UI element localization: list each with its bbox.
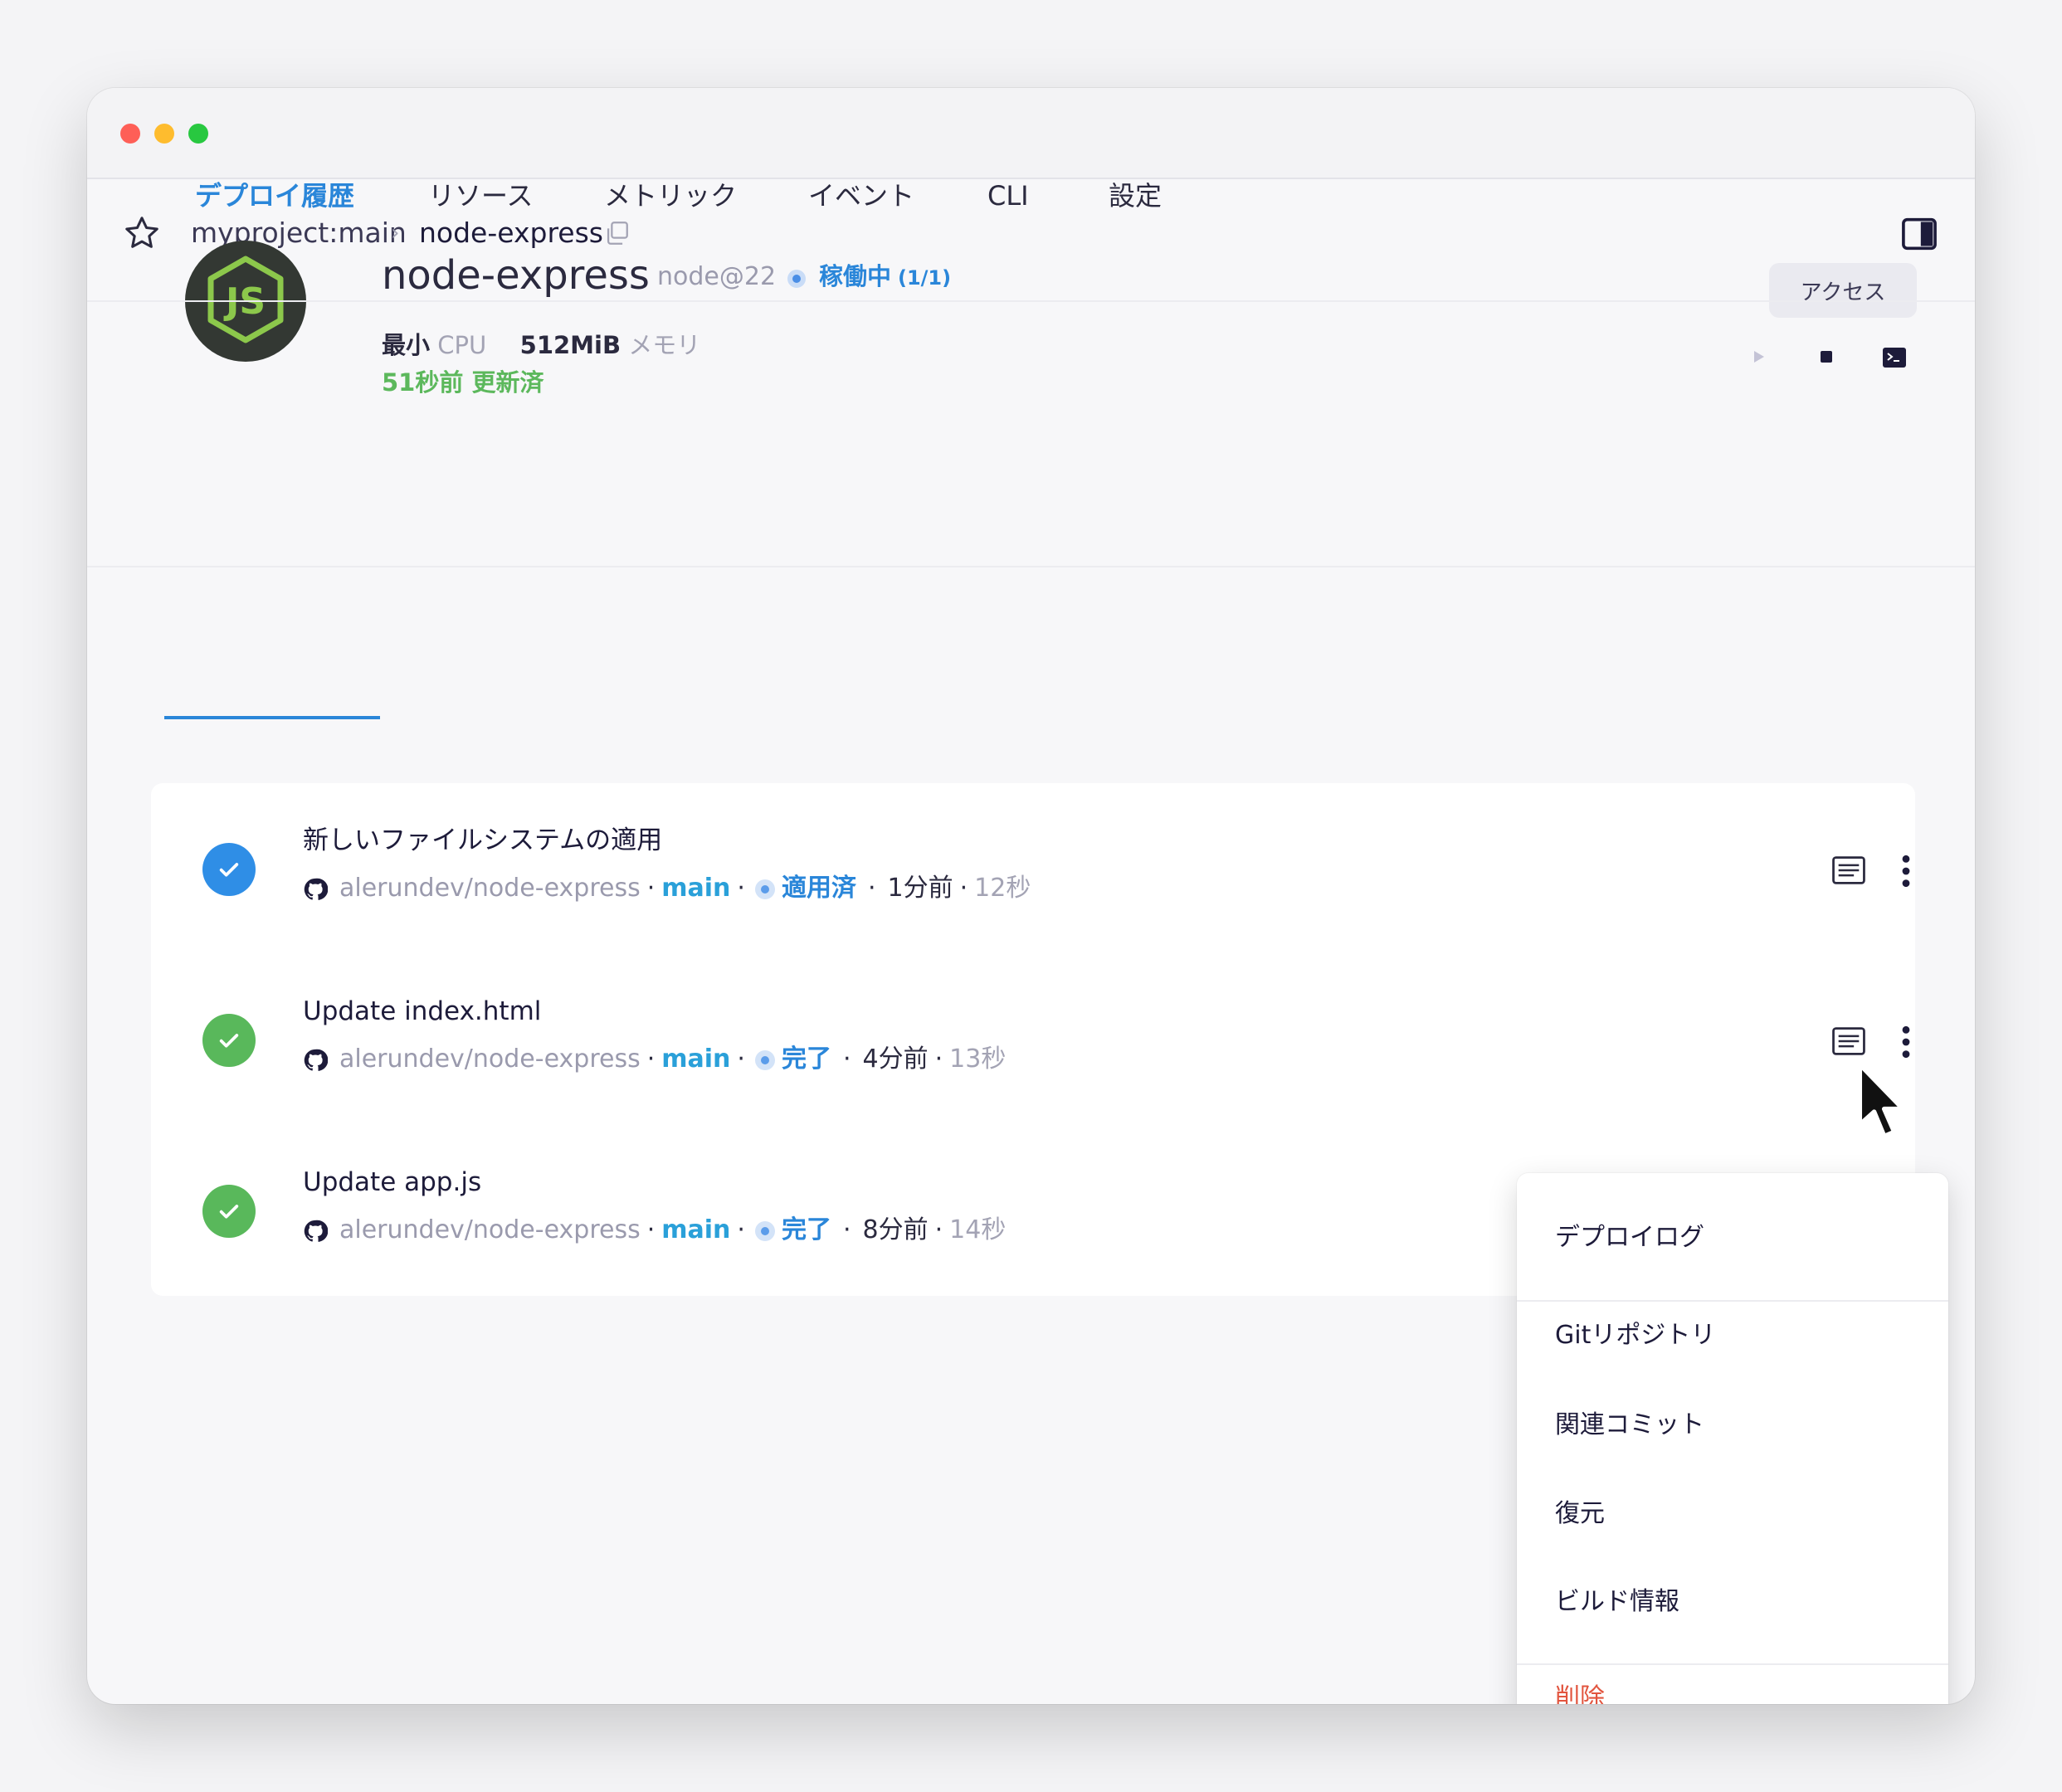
deployment-title: 新しいファイルシステムの適用	[303, 825, 663, 855]
deploy-duration: 12秒	[974, 874, 1031, 903]
stop-icon[interactable]	[1816, 347, 1836, 367]
deploy-time: 4分前	[862, 1045, 929, 1074]
meta-separator: ·	[737, 874, 745, 903]
cpu-value: 最小	[382, 331, 431, 359]
menu-item-deploy-log[interactable]: デプロイログ	[1555, 1220, 1704, 1256]
breadcrumb-service[interactable]: node-express	[419, 215, 603, 251]
check-icon	[219, 1205, 239, 1219]
minimize-window-button[interactable]	[154, 124, 174, 144]
tab-deploy-history[interactable]: デプロイ履歴	[195, 178, 354, 214]
menu-item-delete[interactable]: 削除	[1555, 1680, 1605, 1704]
more-options-icon[interactable]	[1894, 1024, 1918, 1060]
resource-summary: 最小 CPU 512MiB メモリ	[382, 329, 700, 362]
service-runtime: node@22	[657, 262, 777, 291]
app-window: myproject:main › node-express JS node-ex…	[87, 88, 1975, 1704]
tab-settings[interactable]: 設定	[1109, 178, 1162, 214]
branch-label[interactable]: main	[661, 1215, 730, 1244]
state-dot-icon	[754, 1220, 775, 1241]
service-replicas: (1/1)	[898, 266, 952, 290]
deployment-meta: alerundev/node-express · main · 完了 · 4分前 · 13秒	[303, 1042, 1006, 1077]
favorite-star-icon[interactable]	[123, 214, 161, 252]
menu-item-git-repository[interactable]: Gitリポジトリ	[1555, 1317, 1715, 1354]
log-icon[interactable]	[1832, 856, 1865, 884]
meta-separator: ·	[842, 1045, 851, 1074]
deployment-meta: alerundev/node-express · main · 適用済 · 1分前 · 12秒	[303, 871, 1031, 906]
cpu-unit: CPU	[437, 331, 487, 359]
deploy-state: 完了	[781, 1215, 831, 1244]
tab-events[interactable]: イベント	[808, 178, 914, 214]
header-divider	[87, 566, 1975, 567]
updated-status: 51秒前 更新済	[382, 368, 544, 397]
menu-divider	[1517, 1663, 1948, 1665]
tab-cli[interactable]: CLI	[987, 178, 1029, 214]
memory-unit: メモリ	[628, 331, 701, 359]
play-icon[interactable]	[1748, 347, 1768, 367]
repo-link[interactable]: alerundev/node-express	[339, 1215, 641, 1244]
meta-separator: ·	[842, 1215, 851, 1244]
mouse-cursor-icon	[1857, 1062, 1906, 1139]
branch-label[interactable]: main	[661, 874, 730, 903]
service-status: 稼働中	[819, 262, 892, 290]
meta-separator: ·	[737, 1215, 745, 1244]
github-icon	[304, 1220, 328, 1242]
status-indicator-icon	[787, 270, 806, 288]
meta-separator: ·	[737, 1045, 745, 1074]
state-dot-icon	[754, 1049, 775, 1070]
deploy-status-icon	[202, 843, 256, 896]
sidebar-toggle-icon[interactable]	[1901, 217, 1938, 251]
service-title: node-express	[382, 252, 650, 299]
menu-item-restore[interactable]: 復元	[1555, 1496, 1605, 1532]
deploy-status-icon	[202, 1014, 256, 1067]
deployment-row[interactable]: Update index.html alerundev/node-express…	[151, 954, 1915, 1125]
deployment-title: Update app.js	[303, 1167, 482, 1197]
github-icon	[304, 878, 328, 900]
deploy-state: 適用済	[781, 874, 856, 903]
menu-divider	[1517, 1300, 1948, 1302]
meta-separator: ·	[646, 874, 656, 903]
menu-item-build-info[interactable]: ビルド情報	[1555, 1584, 1679, 1620]
access-button[interactable]: アクセス	[1769, 263, 1917, 318]
context-menu: デプロイログ Gitリポジトリ 関連コミット 復元 ビルド情報 削除	[1517, 1173, 1948, 1704]
deploy-duration: 13秒	[949, 1045, 1007, 1074]
meta-separator: ·	[646, 1215, 656, 1244]
meta-separator: ·	[646, 1045, 656, 1074]
meta-separator: ·	[934, 1215, 943, 1244]
check-icon	[219, 863, 239, 877]
deploy-time: 8分前	[862, 1215, 929, 1244]
memory-value: 512MiB	[519, 331, 622, 359]
deployment-title: Update index.html	[303, 996, 542, 1026]
deploy-duration: 14秒	[949, 1215, 1007, 1244]
menu-item-related-commits[interactable]: 関連コミット	[1555, 1407, 1704, 1444]
meta-separator: ·	[867, 874, 876, 903]
deploy-time: 1分前	[887, 874, 953, 903]
tab-resources[interactable]: リソース	[428, 178, 533, 214]
topbar-divider	[87, 300, 1975, 302]
close-window-button[interactable]	[120, 124, 140, 144]
state-dot-icon	[754, 879, 775, 899]
check-icon	[219, 1034, 239, 1048]
meta-separator: ·	[934, 1045, 943, 1074]
meta-separator: ·	[959, 874, 968, 903]
github-icon	[304, 1049, 328, 1071]
window-titlebar	[87, 88, 1975, 179]
active-tab-underline	[164, 716, 380, 719]
repo-link[interactable]: alerundev/node-express	[339, 1045, 641, 1074]
deployment-row[interactable]: 新しいファイルシステムの適用 alerundev/node-express · ma…	[151, 783, 1915, 954]
maximize-window-button[interactable]	[188, 124, 208, 144]
repo-link[interactable]: alerundev/node-express	[339, 874, 641, 903]
branch-label[interactable]: main	[661, 1045, 730, 1074]
more-options-icon[interactable]	[1894, 853, 1918, 889]
copy-icon[interactable]	[602, 219, 631, 247]
breadcrumb-separator: ›	[391, 221, 400, 246]
tab-metrics[interactable]: メトリック	[604, 178, 737, 214]
deployment-meta: alerundev/node-express · main · 完了 · 8分前 · 14秒	[303, 1213, 1006, 1248]
deploy-status-icon	[202, 1185, 256, 1238]
terminal-icon[interactable]	[1882, 347, 1907, 368]
deploy-state: 完了	[781, 1045, 831, 1074]
log-icon[interactable]	[1832, 1027, 1865, 1055]
